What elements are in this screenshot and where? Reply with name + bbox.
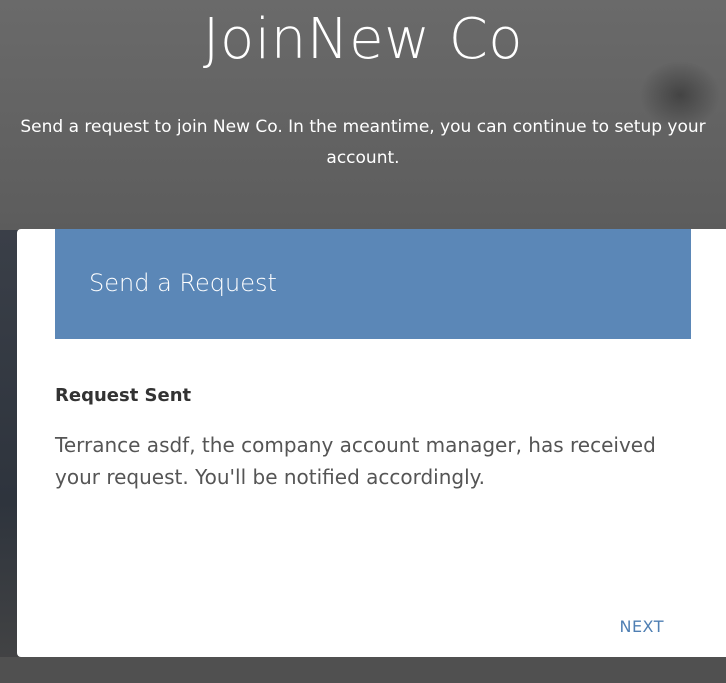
page-title: JoinNew Co xyxy=(202,7,524,72)
request-card: Send a Request Request Sent Terrance asd… xyxy=(17,229,726,657)
card-header: Send a Request xyxy=(55,229,691,339)
next-button[interactable]: NEXT xyxy=(619,617,664,636)
page-subtitle: Send a request to join New Co. In the me… xyxy=(20,117,706,168)
backdrop-bottom xyxy=(0,657,726,683)
status-message: Terrance asdf, the company account manag… xyxy=(55,433,656,489)
status-heading: Request Sent xyxy=(55,385,192,406)
card-header-title: Send a Request xyxy=(89,269,277,297)
page-backdrop: JoinNew Co Send a request to join New Co… xyxy=(0,0,726,683)
